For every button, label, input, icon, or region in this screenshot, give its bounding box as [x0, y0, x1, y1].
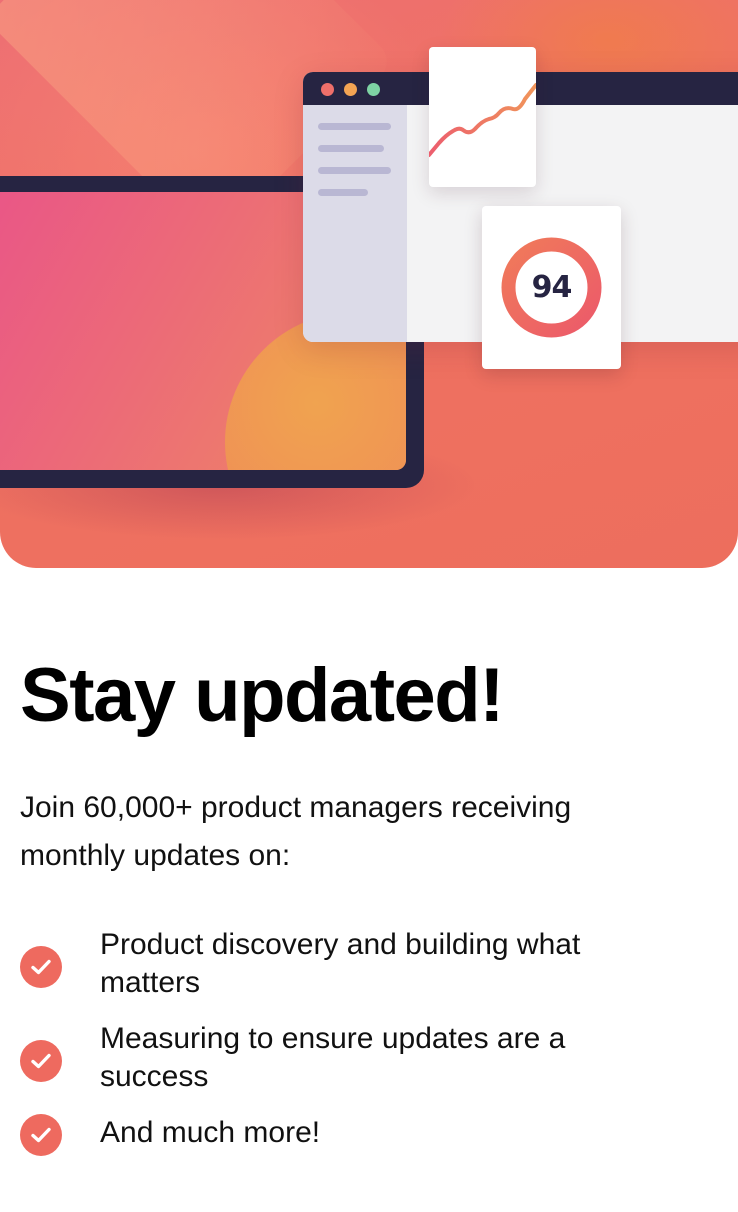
list-item: Product discovery and building what matt…	[20, 926, 720, 1002]
window-close-dot	[321, 83, 334, 96]
trend-chart-card	[429, 47, 536, 187]
benefit-text: Product discovery and building what matt…	[100, 928, 581, 999]
window-minimize-dot	[344, 83, 357, 96]
list-item: And much more!	[20, 1114, 720, 1156]
check-circle-icon	[20, 1114, 62, 1156]
check-circle-icon	[20, 946, 62, 988]
check-circle-icon	[20, 1040, 62, 1082]
hero-illustration: 94	[0, 0, 738, 568]
score-value: 94	[531, 270, 573, 305]
page: 94 Stay updated! Join 60,000+ product ma…	[0, 0, 738, 1212]
sidebar-placeholder-line	[318, 123, 391, 130]
browser-sidebar	[303, 105, 407, 342]
sidebar-placeholder-line	[318, 167, 391, 174]
page-title: Stay updated!	[20, 653, 505, 738]
benefits-list: Product discovery and building what matt…	[20, 926, 720, 1170]
list-item: Measuring to ensure updates are a succes…	[20, 1020, 720, 1096]
benefit-text: And much more!	[100, 1116, 321, 1149]
score-card: 94	[482, 206, 621, 369]
benefit-text: Measuring to ensure updates are a succes…	[100, 1022, 566, 1093]
window-maximize-dot	[367, 83, 380, 96]
sidebar-placeholder-line	[318, 145, 384, 152]
trend-line-icon	[429, 83, 536, 157]
sidebar-placeholder-line	[318, 189, 368, 196]
intro-text: Join 60,000+ product managers receiving …	[20, 791, 572, 872]
